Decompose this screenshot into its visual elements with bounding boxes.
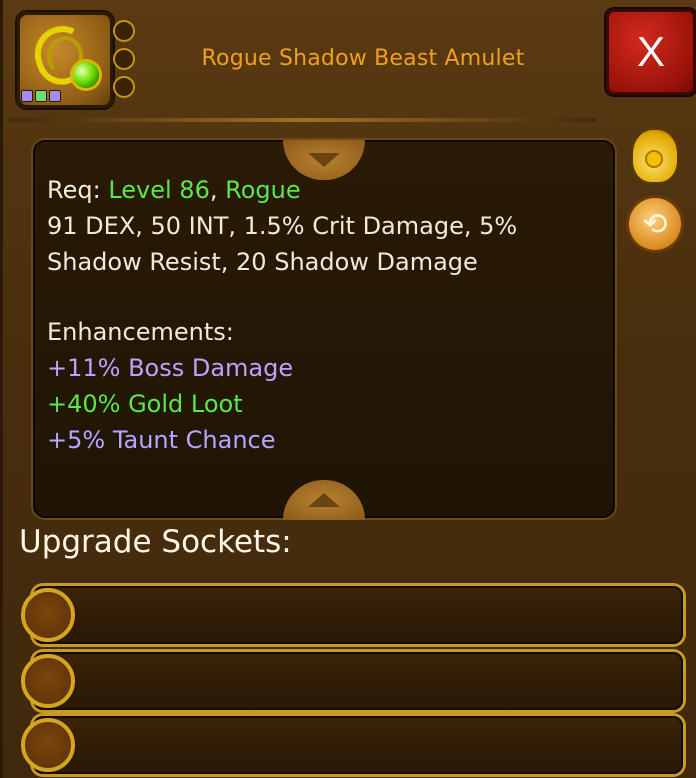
amulet-icon — [17, 12, 135, 108]
req-label: Req: — [47, 176, 109, 204]
upgrade-socket-row-3[interactable] — [33, 716, 683, 774]
chevron-up-icon — [308, 493, 340, 507]
enhancement-taunt-chance: +5% Taunt Chance — [47, 426, 276, 454]
chevron-down-icon — [308, 153, 340, 167]
req-level: Level 86 — [108, 176, 210, 204]
upgrade-socket-3[interactable] — [21, 718, 75, 772]
upgrade-socket-row-1[interactable] — [33, 586, 683, 644]
slot-indicator-1 — [21, 90, 33, 102]
requirement-line: Req: Level 86, Rogue — [47, 172, 607, 208]
swap-arrows-icon[interactable]: ⟲ — [629, 198, 681, 250]
item-title: Rogue Shadow Beast Amulet — [201, 46, 525, 71]
enhancements-label: Enhancements: — [47, 318, 234, 346]
req-separator: , — [209, 176, 226, 204]
upgrade-sockets-title: Upgrade Sockets: — [19, 524, 292, 560]
enhancement-boss-damage: +11% Boss Damage — [47, 354, 294, 382]
stats-text: Req: Level 86, Rogue 91 DEX, 50 INT, 1.5… — [47, 172, 607, 458]
stat-line-1: 91 DEX, 50 INT, 1.5% Crit Damage, 5% — [47, 212, 518, 240]
header-divider — [9, 118, 597, 122]
req-class: Rogue — [225, 176, 301, 204]
upgrade-socket-row-2[interactable] — [33, 652, 683, 710]
mini-socket-1 — [113, 20, 135, 42]
coin-icon — [645, 150, 663, 168]
close-icon: X — [636, 28, 665, 75]
stat-line-2: Shadow Resist, 20 Shadow Damage — [47, 248, 478, 276]
amulet-gem — [73, 62, 99, 88]
enhancement-gold-loot: +40% Gold Loot — [47, 390, 243, 418]
gold-bag-icon[interactable] — [633, 130, 677, 182]
slot-indicator-3 — [49, 90, 61, 102]
item-detail-window: Rogue Shadow Beast Amulet X Req: Level 8… — [0, 0, 696, 778]
upgrade-socket-2[interactable] — [21, 654, 75, 708]
close-button[interactable]: X — [606, 9, 696, 95]
slot-indicator-2 — [35, 90, 47, 102]
mini-socket-3 — [113, 76, 135, 98]
upgrade-socket-1[interactable] — [21, 588, 75, 642]
